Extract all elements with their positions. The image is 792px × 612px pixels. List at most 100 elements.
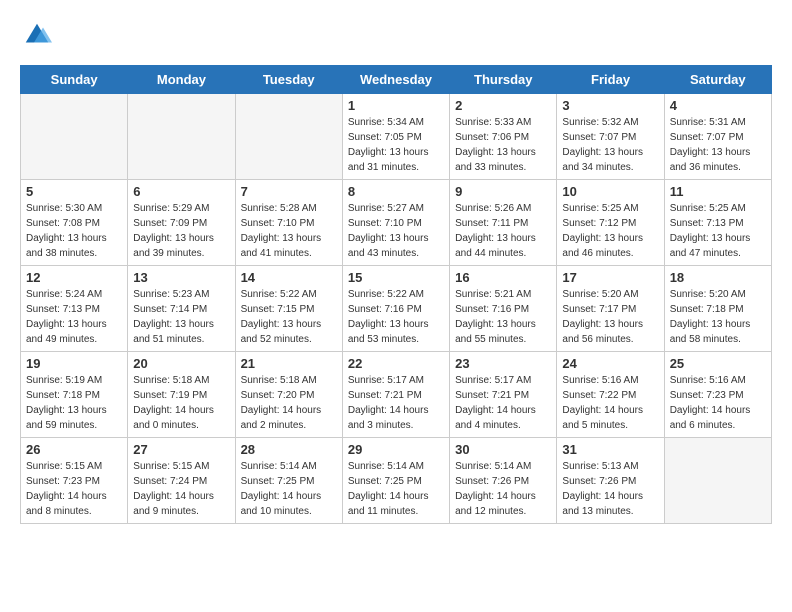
day-info: Sunrise: 5:29 AMSunset: 7:09 PMDaylight:… — [133, 201, 229, 261]
day-number: 26 — [26, 442, 122, 457]
day-number: 7 — [241, 184, 337, 199]
week-row-5: 26 Sunrise: 5:15 AMSunset: 7:23 PMDayligh… — [21, 438, 772, 524]
calendar-cell: 20 Sunrise: 5:18 AMSunset: 7:19 PMDayligh… — [128, 352, 235, 438]
day-info: Sunrise: 5:26 AMSunset: 7:11 PMDaylight:… — [455, 201, 551, 261]
day-number: 14 — [241, 270, 337, 285]
day-number: 29 — [348, 442, 444, 457]
day-number: 15 — [348, 270, 444, 285]
logo — [20, 20, 52, 55]
calendar-cell: 2 Sunrise: 5:33 AMSunset: 7:06 PMDaylight… — [450, 94, 557, 180]
week-row-4: 19 Sunrise: 5:19 AMSunset: 7:18 PMDayligh… — [21, 352, 772, 438]
day-info: Sunrise: 5:18 AMSunset: 7:20 PMDaylight:… — [241, 373, 337, 433]
day-number: 17 — [562, 270, 658, 285]
day-info: Sunrise: 5:17 AMSunset: 7:21 PMDaylight:… — [455, 373, 551, 433]
calendar-cell: 8 Sunrise: 5:27 AMSunset: 7:10 PMDaylight… — [342, 180, 449, 266]
calendar-cell: 11 Sunrise: 5:25 AMSunset: 7:13 PMDayligh… — [664, 180, 771, 266]
page-header — [20, 20, 772, 55]
day-number: 11 — [670, 184, 766, 199]
day-header-thursday: Thursday — [450, 66, 557, 94]
calendar-cell: 4Sunrise: 5:31 AMSunset: 7:07 PMDaylight… — [664, 94, 771, 180]
calendar-cell: 17 Sunrise: 5:20 AMSunset: 7:17 PMDayligh… — [557, 266, 664, 352]
day-number: 24 — [562, 356, 658, 371]
calendar-cell: 27 Sunrise: 5:15 AMSunset: 7:24 PMDayligh… — [128, 438, 235, 524]
day-number: 22 — [348, 356, 444, 371]
calendar-cell: 29 Sunrise: 5:14 AMSunset: 7:25 PMDayligh… — [342, 438, 449, 524]
calendar-cell — [235, 94, 342, 180]
day-number: 25 — [670, 356, 766, 371]
day-number: 4 — [670, 98, 766, 113]
day-info: Sunrise: 5:17 AMSunset: 7:21 PMDaylight:… — [348, 373, 444, 433]
calendar-cell: 15 Sunrise: 5:22 AMSunset: 7:16 PMDayligh… — [342, 266, 449, 352]
day-header-friday: Friday — [557, 66, 664, 94]
calendar-cell — [664, 438, 771, 524]
header-row: SundayMondayTuesdayWednesdayThursdayFrid… — [21, 66, 772, 94]
calendar-cell: 14Sunrise: 5:22 AMSunset: 7:15 PMDayligh… — [235, 266, 342, 352]
day-info: Sunrise: 5:33 AMSunset: 7:06 PMDaylight:… — [455, 115, 551, 175]
day-number: 12 — [26, 270, 122, 285]
day-info: Sunrise: 5:16 AMSunset: 7:23 PMDaylight:… — [670, 373, 766, 433]
day-info: Sunrise: 5:25 AMSunset: 7:12 PMDaylight:… — [562, 201, 658, 261]
calendar-cell: 30 Sunrise: 5:14 AMSunset: 7:26 PMDayligh… — [450, 438, 557, 524]
day-number: 18 — [670, 270, 766, 285]
day-number: 3 — [562, 98, 658, 113]
calendar-cell: 6 Sunrise: 5:29 AMSunset: 7:09 PMDaylight… — [128, 180, 235, 266]
day-header-wednesday: Wednesday — [342, 66, 449, 94]
day-info: Sunrise: 5:23 AMSunset: 7:14 PMDaylight:… — [133, 287, 229, 347]
calendar-cell: 16 Sunrise: 5:21 AMSunset: 7:16 PMDayligh… — [450, 266, 557, 352]
day-info: Sunrise: 5:14 AMSunset: 7:26 PMDaylight:… — [455, 459, 551, 519]
day-header-saturday: Saturday — [664, 66, 771, 94]
day-number: 2 — [455, 98, 551, 113]
calendar-cell: 13 Sunrise: 5:23 AMSunset: 7:14 PMDayligh… — [128, 266, 235, 352]
calendar-cell: 23 Sunrise: 5:17 AMSunset: 7:21 PMDayligh… — [450, 352, 557, 438]
day-info: Sunrise: 5:25 AMSunset: 7:13 PMDaylight:… — [670, 201, 766, 261]
day-info: Sunrise: 5:28 AMSunset: 7:10 PMDaylight:… — [241, 201, 337, 261]
day-number: 13 — [133, 270, 229, 285]
calendar-cell: 18 Sunrise: 5:20 AMSunset: 7:18 PMDayligh… — [664, 266, 771, 352]
day-number: 5 — [26, 184, 122, 199]
day-info: Sunrise: 5:34 AMSunset: 7:05 PMDaylight:… — [348, 115, 444, 175]
calendar-cell: 9 Sunrise: 5:26 AMSunset: 7:11 PMDaylight… — [450, 180, 557, 266]
day-number: 21 — [241, 356, 337, 371]
calendar-cell: 25 Sunrise: 5:16 AMSunset: 7:23 PMDayligh… — [664, 352, 771, 438]
day-info: Sunrise: 5:16 AMSunset: 7:22 PMDaylight:… — [562, 373, 658, 433]
day-info: Sunrise: 5:22 AMSunset: 7:16 PMDaylight:… — [348, 287, 444, 347]
day-info: Sunrise: 5:27 AMSunset: 7:10 PMDaylight:… — [348, 201, 444, 261]
day-info: Sunrise: 5:18 AMSunset: 7:19 PMDaylight:… — [133, 373, 229, 433]
calendar-cell: 26 Sunrise: 5:15 AMSunset: 7:23 PMDayligh… — [21, 438, 128, 524]
calendar-cell: 19 Sunrise: 5:19 AMSunset: 7:18 PMDayligh… — [21, 352, 128, 438]
day-number: 23 — [455, 356, 551, 371]
day-number: 9 — [455, 184, 551, 199]
day-number: 10 — [562, 184, 658, 199]
day-number: 30 — [455, 442, 551, 457]
day-info: Sunrise: 5:20 AMSunset: 7:17 PMDaylight:… — [562, 287, 658, 347]
day-info: Sunrise: 5:30 AMSunset: 7:08 PMDaylight:… — [26, 201, 122, 261]
calendar-cell: 1 Sunrise: 5:34 AMSunset: 7:05 PMDaylight… — [342, 94, 449, 180]
calendar-cell: 10 Sunrise: 5:25 AMSunset: 7:12 PMDayligh… — [557, 180, 664, 266]
day-info: Sunrise: 5:32 AMSunset: 7:07 PMDaylight:… — [562, 115, 658, 175]
day-number: 19 — [26, 356, 122, 371]
day-info: Sunrise: 5:24 AMSunset: 7:13 PMDaylight:… — [26, 287, 122, 347]
day-header-monday: Monday — [128, 66, 235, 94]
day-info: Sunrise: 5:15 AMSunset: 7:23 PMDaylight:… — [26, 459, 122, 519]
day-info: Sunrise: 5:14 AMSunset: 7:25 PMDaylight:… — [348, 459, 444, 519]
day-number: 16 — [455, 270, 551, 285]
week-row-2: 5 Sunrise: 5:30 AMSunset: 7:08 PMDaylight… — [21, 180, 772, 266]
week-row-1: 1 Sunrise: 5:34 AMSunset: 7:05 PMDaylight… — [21, 94, 772, 180]
day-header-tuesday: Tuesday — [235, 66, 342, 94]
day-number: 28 — [241, 442, 337, 457]
day-header-sunday: Sunday — [21, 66, 128, 94]
day-number: 20 — [133, 356, 229, 371]
day-info: Sunrise: 5:20 AMSunset: 7:18 PMDaylight:… — [670, 287, 766, 347]
calendar-cell — [21, 94, 128, 180]
day-info: Sunrise: 5:19 AMSunset: 7:18 PMDaylight:… — [26, 373, 122, 433]
day-info: Sunrise: 5:21 AMSunset: 7:16 PMDaylight:… — [455, 287, 551, 347]
calendar-cell: 7 Sunrise: 5:28 AMSunset: 7:10 PMDaylight… — [235, 180, 342, 266]
day-number: 1 — [348, 98, 444, 113]
calendar-cell: 31Sunrise: 5:13 AMSunset: 7:26 PMDayligh… — [557, 438, 664, 524]
day-number: 27 — [133, 442, 229, 457]
day-info: Sunrise: 5:15 AMSunset: 7:24 PMDaylight:… — [133, 459, 229, 519]
day-number: 8 — [348, 184, 444, 199]
calendar-cell: 5 Sunrise: 5:30 AMSunset: 7:08 PMDaylight… — [21, 180, 128, 266]
calendar-table: SundayMondayTuesdayWednesdayThursdayFrid… — [20, 65, 772, 524]
day-number: 6 — [133, 184, 229, 199]
